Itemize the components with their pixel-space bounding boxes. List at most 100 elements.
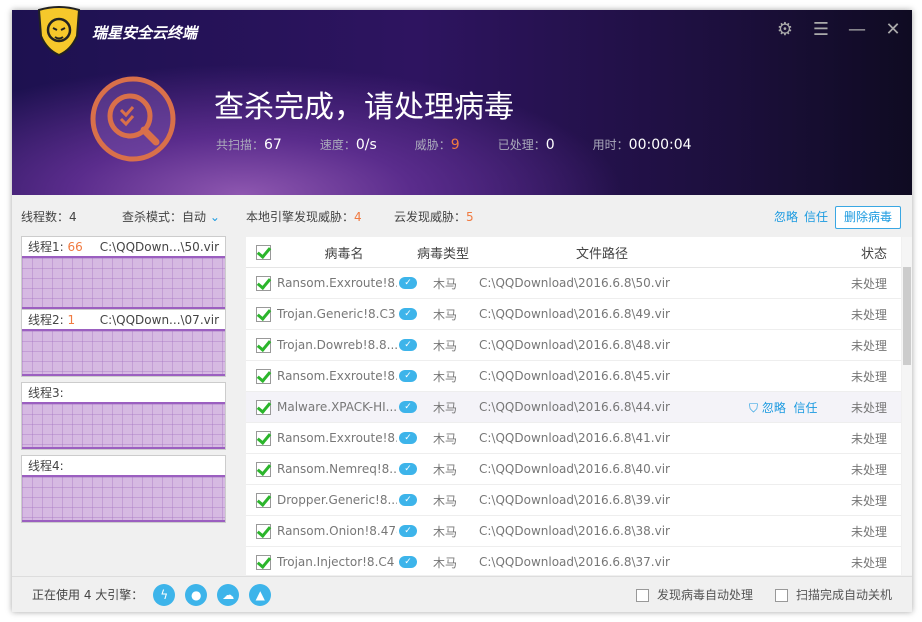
cloud-verified-icon: ✓ bbox=[399, 308, 417, 320]
row-checkbox[interactable] bbox=[256, 399, 271, 415]
cloud-verified-icon: ✓ bbox=[399, 494, 417, 506]
scan-mode-dropdown[interactable]: 查杀模式：自动 ⌄ bbox=[122, 208, 220, 225]
chevron-down-icon: ⌄ bbox=[209, 210, 220, 224]
lightning-engine-icon[interactable]: ϟ bbox=[153, 583, 176, 606]
virus-type: 木马 bbox=[433, 493, 458, 508]
virus-name: Ransom.Nemreq!8... bbox=[277, 462, 397, 476]
ignore-all-link[interactable]: 忽略 bbox=[774, 208, 798, 225]
auto-shutdown-option[interactable]: 扫描完成自动关机 bbox=[774, 586, 892, 603]
brand-name: 瑞星安全云终端 bbox=[92, 24, 198, 42]
footer: 正在使用 4 大引擎： ϟ ● ☁ ▲ 发现病毒自动处理 扫描完成自动关机 bbox=[12, 576, 912, 612]
stat-speed: 速度：0/s bbox=[319, 137, 377, 153]
file-path: C:\QQDownload\2016.6.8\44.vir bbox=[479, 400, 670, 414]
cloud-engine-icon[interactable]: ☁ bbox=[217, 583, 240, 606]
row-checkbox[interactable] bbox=[256, 461, 271, 477]
virus-name: Dropper.Generic!8.... bbox=[277, 493, 397, 507]
cloud-threats: 云发现威胁：5 bbox=[394, 210, 474, 224]
scan-result-title: 查杀完成，请处理病毒 bbox=[214, 90, 514, 125]
status: 未处理 bbox=[850, 462, 887, 477]
auto-shutdown-label: 扫描完成自动关机 bbox=[795, 588, 892, 602]
status: 未处理 bbox=[850, 369, 887, 384]
virus-name: Ransom.Onion!8.478 bbox=[277, 524, 397, 538]
scrollbar-thumb[interactable] bbox=[903, 267, 911, 365]
user-engine-icon[interactable]: ● bbox=[185, 583, 208, 606]
select-all-checkbox[interactable] bbox=[256, 244, 271, 260]
file-path: C:\QQDownload\2016.6.8\41.vir bbox=[479, 431, 670, 445]
virus-type: 木马 bbox=[433, 462, 458, 477]
file-path: C:\QQDownload\2016.6.8\40.vir bbox=[479, 462, 670, 476]
virus-type: 木马 bbox=[433, 431, 458, 446]
lion-logo-icon bbox=[37, 6, 81, 56]
virus-type: 木马 bbox=[433, 276, 458, 291]
table-row[interactable]: Trojan.Dowreb!8.8... ✓ 木马 C:\QQDownload\… bbox=[246, 330, 901, 361]
table-row[interactable]: Malware.XPACK-HI... ✓ 木马 C:\QQDownload\2… bbox=[246, 392, 901, 423]
status: 未处理 bbox=[850, 338, 887, 353]
table-row[interactable]: Trojan.Injector!8.C4 ✓ 木马 C:\QQDownload\… bbox=[246, 547, 901, 575]
cloud-verified-icon: ✓ bbox=[399, 339, 417, 351]
table-row[interactable]: Dropper.Generic!8.... ✓ 木马 C:\QQDownload… bbox=[246, 485, 901, 516]
close-icon[interactable]: ✕ bbox=[883, 19, 903, 40]
status: 未处理 bbox=[850, 555, 887, 570]
table-row[interactable]: Ransom.Exxroute!8... ✓ 木马 C:\QQDownload\… bbox=[246, 268, 901, 299]
col-type: 病毒类型 bbox=[417, 246, 470, 262]
cloud-verified-icon: ✓ bbox=[399, 370, 417, 382]
settings-gear-icon[interactable]: ⚙ bbox=[775, 19, 795, 40]
cloud-verified-icon: ✓ bbox=[399, 556, 417, 568]
scan-magnifier-icon bbox=[90, 76, 176, 162]
row-checkbox[interactable] bbox=[256, 337, 271, 353]
table-row[interactable]: Ransom.Exxroute!8... ✓ 木马 C:\QQDownload\… bbox=[246, 361, 901, 392]
engines-label: 正在使用 4 大引擎： bbox=[32, 588, 144, 602]
shield-icon: ⛉ bbox=[749, 400, 759, 415]
table-row[interactable]: Trojan.Generic!8.C3 ✓ 木马 C:\QQDownload\2… bbox=[246, 299, 901, 330]
table-row[interactable]: Ransom.Exxroute!8... ✓ 木马 C:\QQDownload\… bbox=[246, 423, 901, 454]
cloud-verified-icon: ✓ bbox=[399, 432, 417, 444]
table-scrollbar[interactable] bbox=[902, 237, 912, 575]
table-row[interactable]: Ransom.Onion!8.478 ✓ 木马 C:\QQDownload\20… bbox=[246, 516, 901, 547]
stat-elapsed: 用时：00:00:04 bbox=[592, 137, 692, 153]
cloud-verified-icon: ✓ bbox=[399, 463, 417, 475]
virus-name: Ransom.Exxroute!8... bbox=[277, 369, 397, 383]
virus-name: Ransom.Exxroute!8... bbox=[277, 431, 397, 445]
auto-handle-checkbox[interactable] bbox=[635, 589, 649, 602]
row-trust-link[interactable]: 信任 bbox=[794, 401, 818, 415]
header: 瑞星安全云终端 ⚙ ☰ — ✕ 查杀完成，请处理病毒 共扫描：67 速度：0/s… bbox=[12, 6, 912, 195]
file-path: C:\QQDownload\2016.6.8\49.vir bbox=[479, 307, 670, 321]
table-row[interactable]: Ransom.Nemreq!8... ✓ 木马 C:\QQDownload\20… bbox=[246, 454, 901, 485]
file-path: C:\QQDownload\2016.6.8\38.vir bbox=[479, 524, 670, 538]
trust-all-link[interactable]: 信任 bbox=[804, 208, 828, 225]
row-checkbox[interactable] bbox=[256, 430, 271, 446]
status: 未处理 bbox=[850, 524, 887, 539]
row-checkbox[interactable] bbox=[256, 523, 271, 539]
row-checkbox[interactable] bbox=[256, 368, 271, 384]
status: 未处理 bbox=[850, 276, 887, 291]
auto-shutdown-checkbox[interactable] bbox=[774, 589, 788, 602]
auto-handle-option[interactable]: 发现病毒自动处理 bbox=[635, 586, 753, 603]
status: 未处理 bbox=[850, 400, 887, 415]
virus-type: 木马 bbox=[433, 555, 458, 570]
row-checkbox[interactable] bbox=[256, 275, 271, 291]
row-checkbox[interactable] bbox=[256, 554, 271, 570]
virus-name: Trojan.Dowreb!8.8... bbox=[277, 338, 397, 352]
file-path: C:\QQDownload\2016.6.8\45.vir bbox=[479, 369, 670, 383]
delete-virus-button[interactable]: 删除病毒 bbox=[835, 206, 901, 229]
triangle-engine-icon[interactable]: ▲ bbox=[249, 583, 272, 606]
row-checkbox[interactable] bbox=[256, 306, 271, 322]
row-actions: ⛉ 忽略 信任 bbox=[749, 399, 818, 416]
scan-stats: 共扫描：67 速度：0/s 威胁：9 已处理：0 用时：00:00:04 bbox=[216, 136, 730, 153]
cloud-verified-icon: ✓ bbox=[399, 525, 417, 537]
status: 未处理 bbox=[850, 493, 887, 508]
row-checkbox[interactable] bbox=[256, 492, 271, 508]
virus-type: 木马 bbox=[433, 307, 458, 322]
virus-name: Trojan.Injector!8.C4 bbox=[277, 555, 395, 569]
minimize-icon[interactable]: — bbox=[847, 19, 867, 40]
col-name: 病毒名 bbox=[324, 246, 364, 262]
menu-list-icon[interactable]: ☰ bbox=[811, 19, 831, 40]
virus-name: Malware.XPACK-HI... bbox=[277, 400, 397, 414]
table-header: 病毒名 病毒类型 文件路径 状态 bbox=[246, 237, 901, 268]
status: 未处理 bbox=[850, 431, 887, 446]
main-window: 瑞星安全云终端 ⚙ ☰ — ✕ 查杀完成，请处理病毒 共扫描：67 速度：0/s… bbox=[12, 6, 912, 612]
virus-type: 木马 bbox=[433, 369, 458, 384]
status: 未处理 bbox=[850, 307, 887, 322]
row-ignore-link[interactable]: 忽略 bbox=[762, 401, 786, 415]
virus-type: 木马 bbox=[433, 400, 458, 415]
